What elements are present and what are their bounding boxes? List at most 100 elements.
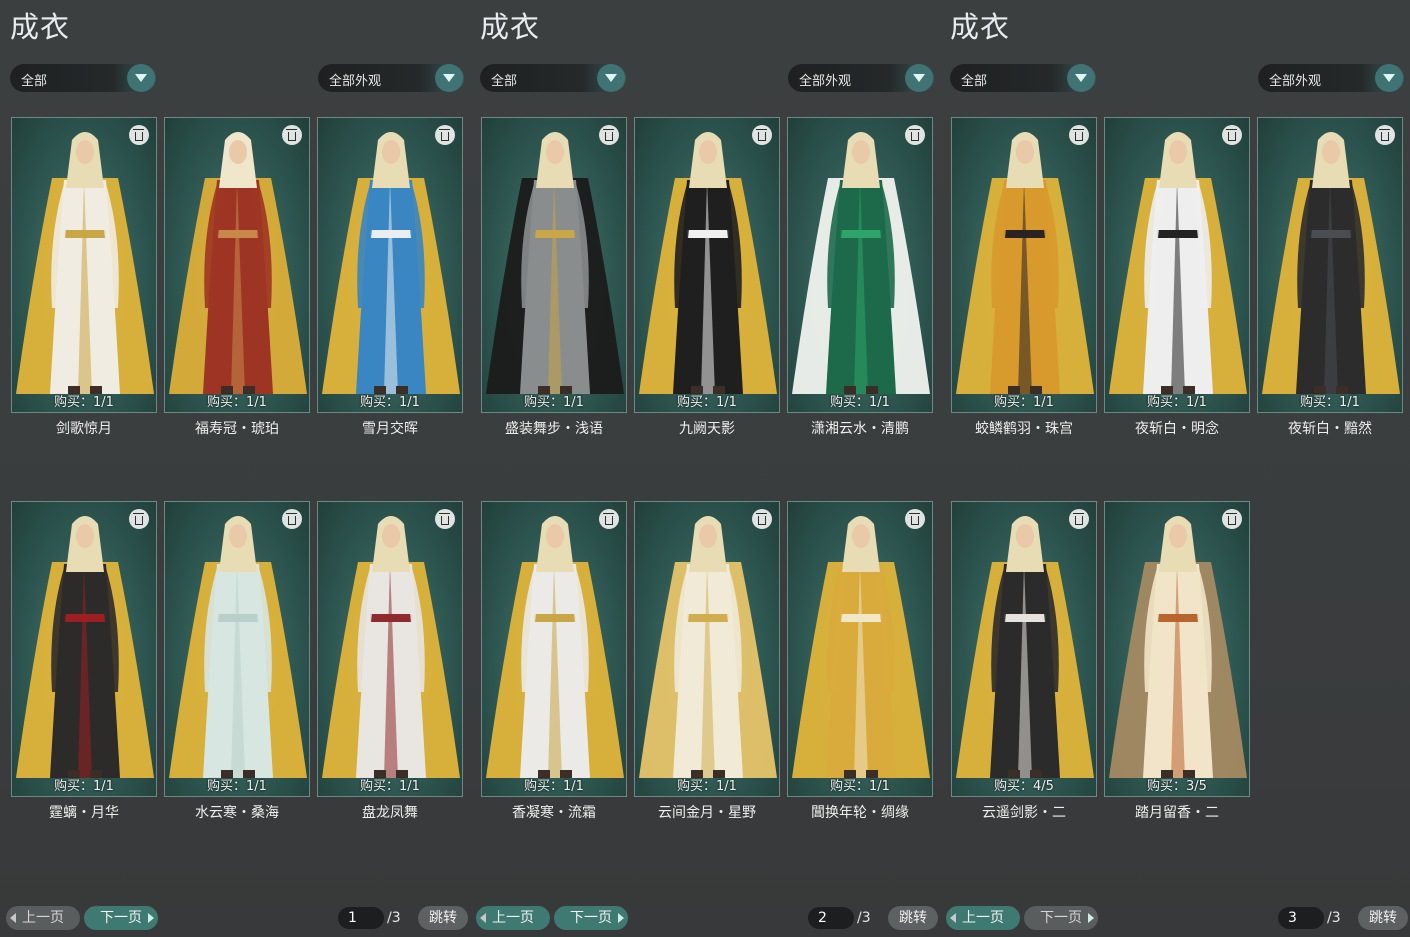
outfit-card[interactable]: 购买：1/1 xyxy=(11,501,157,797)
outfit-card[interactable]: 购买：3/5 xyxy=(1104,501,1250,797)
chevron-down-icon[interactable] xyxy=(597,64,625,92)
trash-icon[interactable] xyxy=(905,125,925,145)
purchase-count: 购买：1/1 xyxy=(54,779,114,794)
appearance-dropdown-label: 全部外观 xyxy=(799,74,852,89)
trash-can-shape xyxy=(603,512,614,525)
appearance-dropdown[interactable]: 全部外观 xyxy=(1258,64,1404,92)
trash-icon[interactable] xyxy=(282,125,302,145)
trash-can-shape xyxy=(1226,128,1237,141)
character-figure xyxy=(486,132,624,394)
purchase-count: 购买：1/1 xyxy=(830,779,890,794)
chevron-down-icon[interactable] xyxy=(127,64,155,92)
prev-page-button[interactable]: 上一页 xyxy=(946,906,1020,930)
trash-icon[interactable] xyxy=(129,509,149,529)
trash-icon[interactable] xyxy=(1069,125,1089,145)
trash-can-shape xyxy=(756,512,767,525)
chevron-down-icon[interactable] xyxy=(1375,64,1403,92)
outfit-card[interactable]: 购买：1/1 xyxy=(634,501,780,797)
prev-page-button[interactable]: 上一页 xyxy=(6,906,80,930)
trash-can-shape xyxy=(1073,128,1084,141)
purchase-count: 购买：1/1 xyxy=(1147,395,1207,410)
trash-can-shape xyxy=(909,128,920,141)
panel-title: 成衣 xyxy=(950,10,1011,44)
outfit-card[interactable]: 购买：1/1 xyxy=(317,117,463,413)
trash-icon[interactable] xyxy=(752,125,772,145)
appearance-dropdown[interactable]: 全部外观 xyxy=(318,64,464,92)
category-dropdown-label: 全部 xyxy=(961,74,988,89)
character-figure xyxy=(792,132,930,394)
appearance-dropdown[interactable]: 全部外观 xyxy=(788,64,934,92)
outfit-card[interactable]: 购买：1/1 xyxy=(481,501,627,797)
trash-can-shape xyxy=(1073,512,1084,525)
trash-icon[interactable] xyxy=(599,509,619,529)
prev-page-label: 上一页 xyxy=(492,910,534,926)
trash-can-shape xyxy=(286,128,297,141)
purchase-count: 购买：1/1 xyxy=(1300,395,1360,410)
category-dropdown[interactable]: 全部 xyxy=(10,64,156,92)
next-page-button[interactable]: 下一页 xyxy=(1024,906,1098,930)
page-number-input[interactable]: 2 xyxy=(808,907,854,929)
outfit-card[interactable]: 购买：1/1 xyxy=(164,501,310,797)
outfit-card[interactable]: 购买：1/1 xyxy=(164,117,310,413)
page-number-input[interactable]: 1 xyxy=(338,907,384,929)
arrow-right-icon xyxy=(148,913,154,923)
category-dropdown[interactable]: 全部 xyxy=(480,64,626,92)
trash-icon[interactable] xyxy=(1069,509,1089,529)
character-figure xyxy=(16,516,154,778)
outfit-card[interactable]: 购买：1/1 xyxy=(481,117,627,413)
outfit-name: 霆螭・月华 xyxy=(49,805,119,821)
category-dropdown[interactable]: 全部 xyxy=(950,64,1096,92)
outfit-card[interactable]: 购买：1/1 xyxy=(1104,117,1250,413)
outfit-card[interactable]: 购买：1/1 xyxy=(634,117,780,413)
page-total: /3 xyxy=(387,910,401,926)
trash-can-shape xyxy=(133,128,144,141)
page-total: /3 xyxy=(857,910,871,926)
outfit-card[interactable]: 购买：1/1 xyxy=(787,501,933,797)
wardrobe-panel-2: 成衣 全部 全部外观 购买：1/1 盛装舞步・浅语 购买：1/1 九阙天影 购买：1/1 潇湘云… xyxy=(470,0,940,937)
trash-icon[interactable] xyxy=(1222,125,1242,145)
next-page-button[interactable]: 下一页 xyxy=(84,906,158,930)
page-total: /3 xyxy=(1327,910,1341,926)
arrow-left-icon xyxy=(10,913,16,923)
trash-icon[interactable] xyxy=(1375,125,1395,145)
panel-title: 成衣 xyxy=(480,10,541,44)
page-number-value: 3 xyxy=(1288,910,1297,926)
next-page-label: 下一页 xyxy=(100,910,142,926)
outfit-card[interactable]: 购买：1/1 xyxy=(11,117,157,413)
jump-button[interactable]: 跳转 xyxy=(1358,906,1408,930)
page-number-input[interactable]: 3 xyxy=(1278,907,1324,929)
trash-icon[interactable] xyxy=(599,125,619,145)
page-number-value: 1 xyxy=(348,910,357,926)
purchase-count: 购买：1/1 xyxy=(207,779,267,794)
outfit-card[interactable]: 购买：4/5 xyxy=(951,501,1097,797)
trash-icon[interactable] xyxy=(435,125,455,145)
page-number-value: 2 xyxy=(818,910,827,926)
chevron-down-icon[interactable] xyxy=(1067,64,1095,92)
appearance-dropdown-label: 全部外观 xyxy=(1269,74,1322,89)
outfit-name: 夜斩白・黯然 xyxy=(1288,421,1372,437)
outfit-card[interactable]: 购买：1/1 xyxy=(787,117,933,413)
chevron-down-icon[interactable] xyxy=(905,64,933,92)
trash-icon[interactable] xyxy=(435,509,455,529)
jump-button[interactable]: 跳转 xyxy=(888,906,938,930)
trash-icon[interactable] xyxy=(752,509,772,529)
trash-icon[interactable] xyxy=(905,509,925,529)
trash-icon[interactable] xyxy=(1222,509,1242,529)
trash-icon[interactable] xyxy=(282,509,302,529)
chevron-down-icon[interactable] xyxy=(435,64,463,92)
trash-icon[interactable] xyxy=(129,125,149,145)
category-dropdown-label: 全部 xyxy=(21,74,48,89)
outfit-card[interactable]: 购买：1/1 xyxy=(317,501,463,797)
character-figure xyxy=(322,132,460,394)
outfit-name: 九阙天影 xyxy=(679,421,735,437)
next-page-button[interactable]: 下一页 xyxy=(554,906,628,930)
wardrobe-panel-1: 成衣 全部 全部外观 购买：1/1 剑歌惊月 购买：1/1 福寿冠・琥珀 购买：1/1 雪月交晖… xyxy=(0,0,470,937)
prev-page-button[interactable]: 上一页 xyxy=(476,906,550,930)
outfit-card[interactable]: 购买：1/1 xyxy=(1257,117,1403,413)
jump-button[interactable]: 跳转 xyxy=(418,906,468,930)
character-figure xyxy=(322,516,460,778)
trash-can-shape xyxy=(439,128,450,141)
panel-title: 成衣 xyxy=(10,10,71,44)
outfit-card[interactable]: 购买：1/1 xyxy=(951,117,1097,413)
trash-can-shape xyxy=(133,512,144,525)
